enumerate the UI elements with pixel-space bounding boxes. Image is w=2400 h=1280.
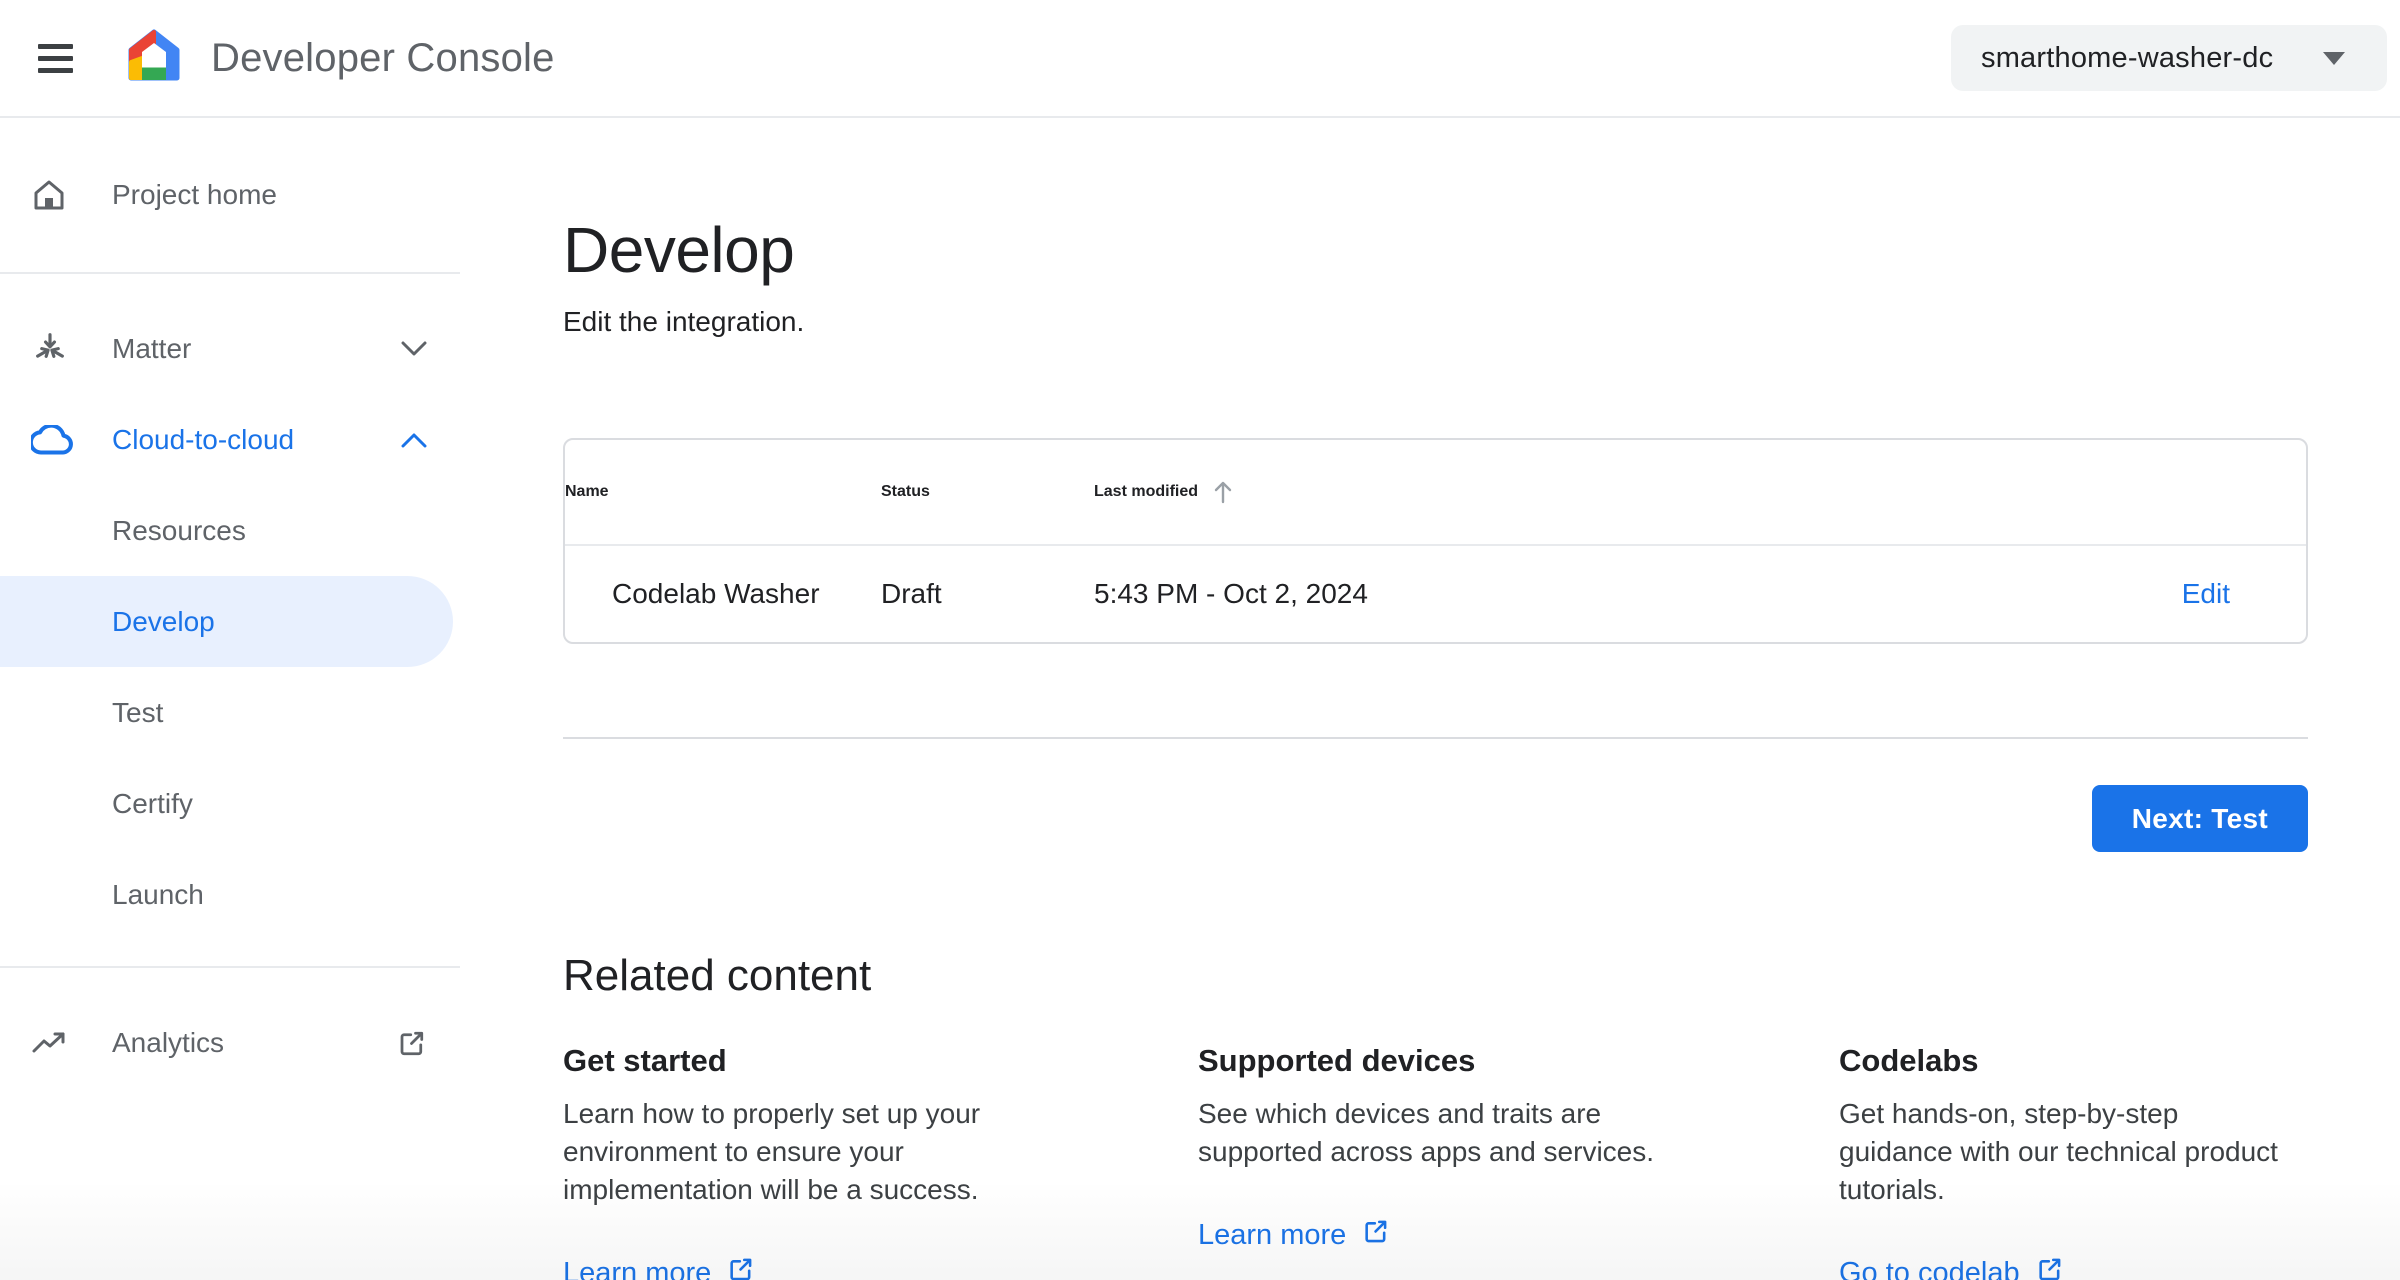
sidebar-item-resources[interactable]: Resources [0, 485, 460, 576]
sidebar-item-label: Test [112, 696, 164, 728]
actions-row: Next: Test [563, 785, 2308, 852]
dropdown-caret-icon [2323, 51, 2345, 65]
sidebar-item-label: Resources [112, 514, 246, 546]
chevron-down-icon [401, 341, 427, 357]
external-link-icon [1362, 1217, 1390, 1253]
sidebar-item-label: Cloud-to-cloud [112, 423, 295, 455]
card-description: See which devices and traits are support… [1198, 1098, 1655, 1167]
sidebar-item-label: Launch [112, 878, 204, 910]
go-to-codelab-link[interactable]: Go to codelab [1839, 1255, 2064, 1280]
home-icon [31, 177, 75, 213]
table-row: Codelab Washer Draft 5:43 PM - Oct 2, 20… [565, 544, 2306, 642]
trending-up-icon [31, 1031, 75, 1055]
sidebar-item-label: Develop [112, 605, 215, 637]
card-title: Codelabs [1839, 1043, 1979, 1078]
learn-more-link[interactable]: Learn more [563, 1255, 755, 1280]
integration-last-modified: 5:43 PM - Oct 2, 2024 [1094, 578, 1368, 609]
card-description: Learn how to properly set up your enviro… [563, 1098, 981, 1205]
edit-button[interactable]: Edit [2182, 578, 2306, 610]
learn-more-link[interactable]: Learn more [1198, 1217, 1390, 1253]
main-content: Develop Edit the integration. Name Statu… [563, 118, 2308, 1280]
sidebar-item-cloud-to-cloud[interactable]: Cloud-to-cloud [0, 394, 460, 485]
chevron-up-icon [401, 432, 427, 448]
menu-icon[interactable] [38, 43, 73, 73]
card-description: Get hands-on, step-by-step guidance with… [1839, 1098, 2278, 1205]
sort-ascending-icon [1212, 479, 1234, 505]
sidebar-item-label: Analytics [112, 1027, 225, 1058]
page-title: Develop [563, 214, 795, 286]
column-header-name[interactable]: Name [565, 483, 881, 501]
sidebar-item-label: Matter [112, 332, 192, 364]
card-title: Get started [563, 1043, 727, 1078]
divider [0, 272, 460, 274]
sidebar-item-label: Certify [112, 787, 193, 819]
divider [0, 966, 460, 968]
top-app-bar: Developer Console smarthome-washer-dc [0, 0, 2400, 118]
sidebar-item-develop[interactable]: Develop [0, 576, 453, 667]
integration-name: Codelab Washer [612, 578, 820, 609]
external-link-icon [2036, 1255, 2064, 1280]
sidebar-item-project-home[interactable]: Project home [0, 150, 460, 240]
page-subtitle: Edit the integration. [563, 306, 805, 337]
app-title: Developer Console [211, 35, 555, 80]
sidebar-item-certify[interactable]: Certify [0, 758, 460, 849]
sidebar: Project home Matter Cloud-to-cloud Resou… [0, 118, 460, 1280]
external-link-icon [397, 1028, 427, 1058]
sidebar-item-launch[interactable]: Launch [0, 849, 460, 940]
integrations-table: Name Status Last modified Codelab Washer… [563, 438, 2308, 644]
sidebar-item-label: Project home [112, 179, 277, 210]
cloud-icon [31, 424, 75, 455]
sidebar-item-matter[interactable]: Matter [0, 303, 460, 394]
table-header-row: Name Status Last modified [565, 440, 2306, 544]
sidebar-item-test[interactable]: Test [0, 667, 460, 758]
related-content-heading: Related content [563, 951, 872, 1000]
project-selector[interactable]: smarthome-washer-dc [1951, 25, 2387, 91]
card-codelabs: Codelabs Get hands-on, step-by-step guid… [1839, 1041, 2308, 1280]
related-cards: Get started Learn how to properly set up… [563, 1041, 2308, 1280]
integration-status: Draft [881, 578, 942, 609]
card-supported-devices: Supported devices See which devices and … [1198, 1041, 1839, 1280]
card-title: Supported devices [1198, 1043, 1476, 1078]
divider [563, 737, 2308, 739]
column-header-last-modified[interactable]: Last modified [1094, 479, 2006, 505]
google-home-logo-icon [125, 29, 183, 87]
sidebar-item-analytics[interactable]: Analytics [0, 998, 460, 1088]
card-get-started: Get started Learn how to properly set up… [563, 1041, 1198, 1280]
brand: Developer Console [125, 29, 555, 87]
external-link-icon [727, 1255, 755, 1280]
matter-icon [31, 330, 75, 368]
column-header-status[interactable]: Status [881, 483, 1094, 501]
project-selector-value: smarthome-washer-dc [1981, 41, 2274, 74]
next-test-button[interactable]: Next: Test [2091, 785, 2308, 852]
